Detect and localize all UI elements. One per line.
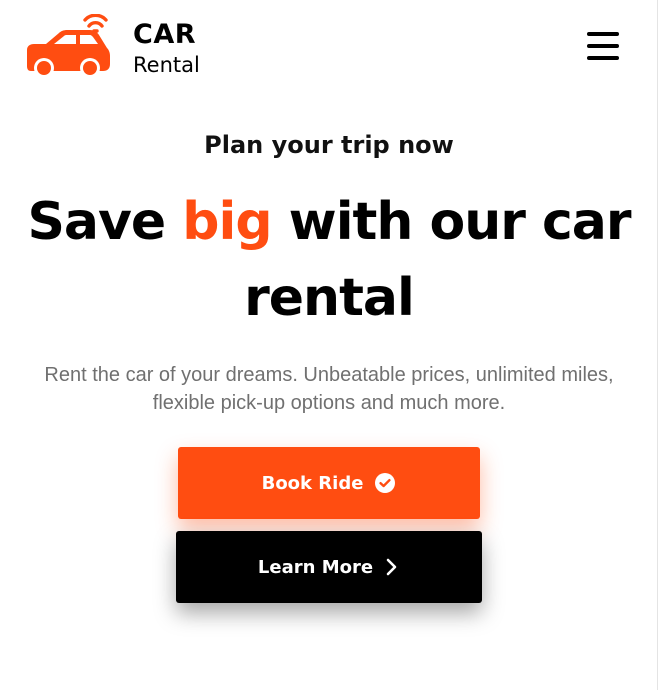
chevron-right-icon: [386, 558, 397, 576]
learn-more-label: Learn More: [257, 556, 374, 578]
check-circle-icon: [375, 473, 396, 493]
logo[interactable]: CAR Rental: [24, 14, 200, 80]
hero-title: Save big with our car rental: [0, 184, 658, 336]
menu-line: [587, 32, 619, 36]
menu-line: [587, 56, 619, 60]
book-ride-label: Book Ride: [261, 472, 364, 494]
hero-title-after: with our car rental: [244, 192, 631, 328]
logo-title: CAR: [133, 18, 197, 50]
logo-text: CAR Rental: [133, 21, 200, 76]
hero-kicker: Plan your trip now: [204, 131, 454, 159]
hero-description: Rent the car of your dreams. Unbeatable …: [44, 364, 614, 414]
book-ride-button[interactable]: Book Ride: [177, 447, 480, 519]
page: CAR Rental Plan your trip now Save big w…: [0, 0, 658, 690]
hero-section: Plan your trip now Save big with our car…: [0, 128, 658, 417]
menu-line: [587, 44, 619, 48]
learn-more-button[interactable]: Learn More: [175, 531, 482, 603]
hero-title-accent: big: [182, 192, 272, 252]
car-wifi-icon: [27, 14, 110, 78]
hero-title-before: Save: [27, 192, 183, 252]
logo-subtitle: Rental: [133, 52, 200, 77]
hamburger-menu-icon[interactable]: [583, 29, 623, 65]
